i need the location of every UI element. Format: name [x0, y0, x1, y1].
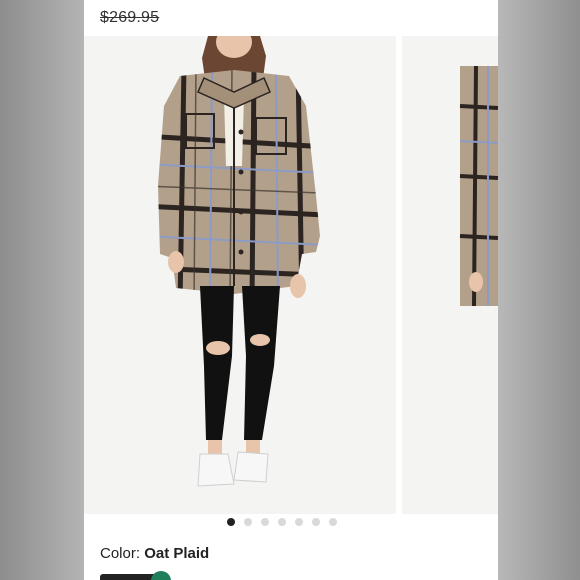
- color-selection: Color: Oat Plaid: [100, 545, 209, 562]
- pagination-dot-3[interactable]: [261, 518, 269, 526]
- pagination-dot-7[interactable]: [329, 518, 337, 526]
- color-value: Oat Plaid: [144, 545, 210, 562]
- pagination-dot-1[interactable]: [227, 518, 235, 526]
- background-right: [498, 0, 580, 580]
- model-photo-partial: [459, 65, 498, 307]
- carousel-pagination[interactable]: [84, 518, 344, 530]
- color-label: Color:: [100, 545, 141, 562]
- original-price: $269.95: [100, 9, 160, 26]
- product-page: $269.95 Color: Oat Plaid: [84, 0, 498, 580]
- swatch-badge-icon: [151, 571, 171, 580]
- product-image-main[interactable]: [84, 36, 396, 514]
- image-carousel[interactable]: [84, 36, 498, 514]
- pagination-dot-5[interactable]: [295, 518, 303, 526]
- pagination-dot-6[interactable]: [312, 518, 320, 526]
- product-image-next[interactable]: [402, 36, 498, 514]
- pagination-dot-4[interactable]: [278, 518, 286, 526]
- background-left: [0, 0, 84, 580]
- model-photo: [158, 36, 320, 487]
- pagination-dot-2[interactable]: [244, 518, 252, 526]
